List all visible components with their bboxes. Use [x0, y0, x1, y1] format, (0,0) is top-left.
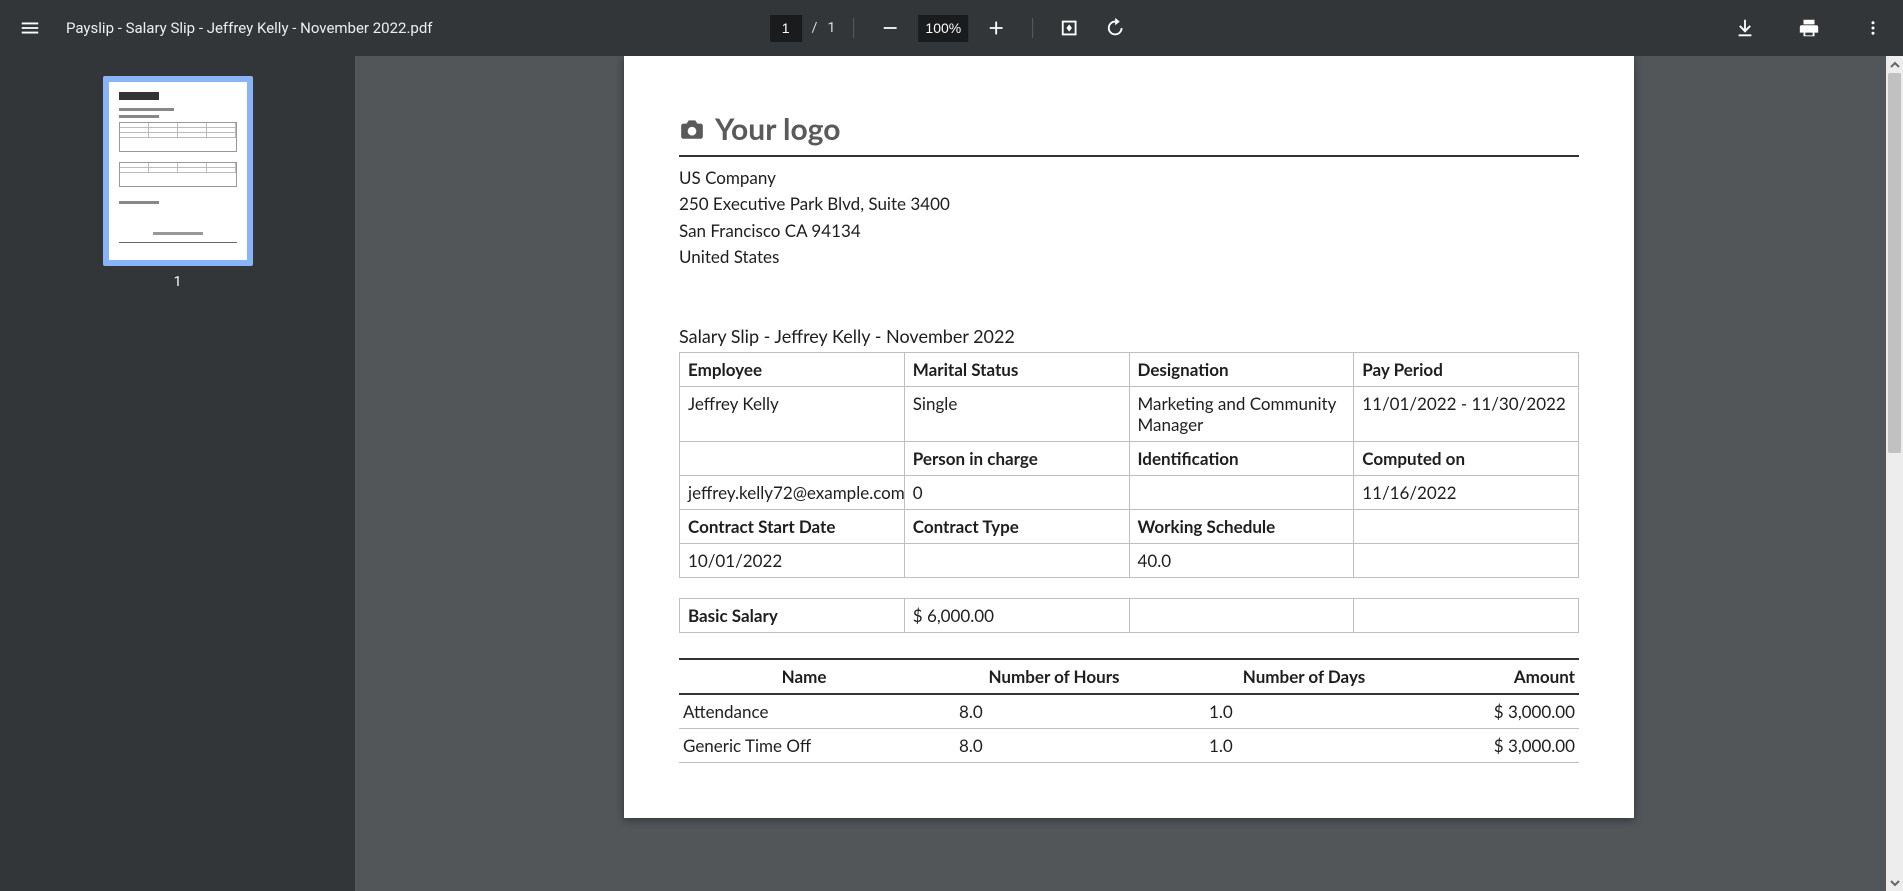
cell-amount: $ 3,000.00: [1429, 729, 1579, 763]
page-total: 1: [827, 20, 835, 36]
salary-table: Basic Salary $ 6,000.00: [679, 598, 1579, 633]
download-icon: [1734, 17, 1756, 39]
header-contract-type: Contract Type: [904, 510, 1129, 544]
company-country: United States: [679, 244, 1579, 270]
chevron-up-icon: [1890, 60, 1900, 70]
chevron-down-icon: [1890, 878, 1900, 888]
pdf-page: Your logo US Company 250 Executive Park …: [624, 56, 1634, 818]
value-schedule: 40.0: [1129, 544, 1354, 578]
camera-icon: [679, 116, 705, 142]
header-ident: Identification: [1129, 442, 1354, 476]
header-contract-start: Contract Start Date: [680, 510, 905, 544]
col-amount: Amount: [1429, 659, 1579, 694]
divider: [679, 155, 1579, 157]
header-blank2: [1354, 510, 1579, 544]
cell-hours: 8.0: [929, 729, 1179, 763]
scrollbar[interactable]: [1886, 56, 1903, 891]
download-button[interactable]: [1727, 10, 1763, 46]
table-row: Attendance 8.0 1.0 $ 3,000.00: [679, 694, 1579, 729]
header-employee: Employee: [680, 353, 905, 387]
page-separator: /: [812, 20, 818, 36]
menu-button[interactable]: [12, 10, 48, 46]
print-button[interactable]: [1791, 10, 1827, 46]
header-payperiod: Pay Period: [1354, 353, 1579, 387]
more-button[interactable]: [1855, 10, 1891, 46]
cell-amount: $ 3,000.00: [1429, 694, 1579, 729]
rotate-icon: [1104, 17, 1126, 39]
company-city: San Francisco CA 94134: [679, 218, 1579, 244]
header-person: Person in charge: [904, 442, 1129, 476]
pdf-toolbar: Payslip - Salary Slip - Jeffrey Kelly - …: [0, 0, 1903, 56]
scroll-down-button[interactable]: [1886, 874, 1903, 891]
fit-page-button[interactable]: [1051, 10, 1087, 46]
value-blank2: [1354, 544, 1579, 578]
value-computed: 11/16/2022: [1354, 476, 1579, 510]
thumbnail-page-number: 1: [0, 274, 355, 290]
value-contract-start: 10/01/2022: [680, 544, 905, 578]
value-contract-type: [904, 544, 1129, 578]
salary-blank2: [1354, 599, 1579, 633]
logo-text: Your logo: [715, 111, 840, 147]
value-email: jeffrey.kelly72@example.com: [680, 476, 905, 510]
divider: [1032, 18, 1033, 38]
scrollbar-thumb[interactable]: [1888, 73, 1901, 453]
info-table: Employee Marital Status Designation Pay …: [679, 352, 1579, 578]
value-payperiod: 11/01/2022 - 11/30/2022: [1354, 387, 1579, 442]
cell-name: Generic Time Off: [679, 729, 929, 763]
scroll-up-button[interactable]: [1886, 56, 1903, 73]
slip-title: Salary Slip - Jeffrey Kelly - November 2…: [679, 325, 1579, 347]
plus-icon: [985, 17, 1007, 39]
col-name: Name: [679, 659, 929, 694]
header-schedule: Working Schedule: [1129, 510, 1354, 544]
pdf-viewport[interactable]: Your logo US Company 250 Executive Park …: [355, 56, 1903, 891]
header-designation: Designation: [1129, 353, 1354, 387]
page-number-input[interactable]: [770, 15, 802, 42]
cell-days: 1.0: [1179, 729, 1429, 763]
cell-days: 1.0: [1179, 694, 1429, 729]
value-designation: Marketing and Community Manager: [1129, 387, 1354, 442]
cell-name: Attendance: [679, 694, 929, 729]
header-blank: [680, 442, 905, 476]
salary-blank1: [1129, 599, 1354, 633]
col-days: Number of Days: [1179, 659, 1429, 694]
basic-salary-label: Basic Salary: [680, 599, 905, 633]
dots-vertical-icon: [1864, 19, 1882, 37]
header-marital: Marital Status: [904, 353, 1129, 387]
minus-icon: [879, 17, 901, 39]
print-icon: [1798, 17, 1820, 39]
value-person: 0: [904, 476, 1129, 510]
company-name: US Company: [679, 165, 1579, 191]
cell-hours: 8.0: [929, 694, 1179, 729]
fit-page-icon: [1058, 17, 1080, 39]
value-ident: [1129, 476, 1354, 510]
zoom-input[interactable]: [918, 15, 968, 42]
rotate-button[interactable]: [1097, 10, 1133, 46]
thumbnail-sidebar: 1: [0, 56, 355, 891]
zoom-out-button[interactable]: [872, 10, 908, 46]
page-thumbnail[interactable]: [103, 76, 253, 266]
table-row: Generic Time Off 8.0 1.0 $ 3,000.00: [679, 729, 1579, 763]
company-street: 250 Executive Park Blvd, Suite 3400: [679, 191, 1579, 217]
col-hours: Number of Hours: [929, 659, 1179, 694]
header-computed: Computed on: [1354, 442, 1579, 476]
document-title: Payslip - Salary Slip - Jeffrey Kelly - …: [66, 19, 433, 37]
value-employee: Jeffrey Kelly: [680, 387, 905, 442]
zoom-in-button[interactable]: [978, 10, 1014, 46]
hamburger-icon: [19, 17, 41, 39]
basic-salary-value: $ 6,000.00: [904, 599, 1129, 633]
lines-table: Name Number of Hours Number of Days Amou…: [679, 658, 1579, 763]
divider: [853, 18, 854, 38]
value-marital: Single: [904, 387, 1129, 442]
